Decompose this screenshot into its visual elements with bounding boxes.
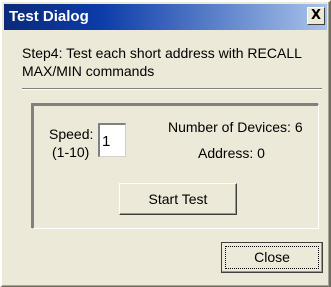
close-button[interactable]: Close [221,242,323,273]
speed-label: Speed: [49,126,94,142]
start-test-button[interactable]: Start Test [119,183,237,215]
number-of-devices-label: Number of Devices: 6 [168,119,303,135]
test-dialog-window: Test Dialog X Step4: Test each short add… [0,0,331,287]
address-label: Address: 0 [198,145,265,161]
window-title: Test Dialog [9,8,89,25]
speed-input[interactable] [98,123,126,157]
title-bar[interactable]: Test Dialog X [4,4,327,30]
step-instructions: Step4: Test each short address with RECA… [22,45,302,79]
separator-line [22,88,322,90]
close-icon[interactable]: X [307,7,325,25]
close-button-label: Close [225,246,319,269]
speed-range-label: (1-10) [52,144,90,160]
